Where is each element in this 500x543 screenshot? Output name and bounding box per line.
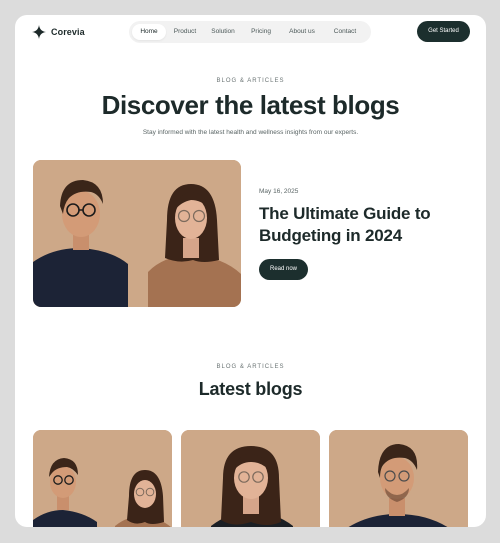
post-date: May 16, 2025: [259, 188, 299, 195]
blog-card-image[interactable]: [33, 430, 172, 527]
latest-eyebrow: BLOG & ARTICLES: [216, 364, 285, 370]
blog-card-image[interactable]: [181, 430, 320, 527]
nav-item-contact[interactable]: Contact: [324, 24, 366, 40]
get-started-button[interactable]: Get Started: [417, 21, 470, 42]
nav-item-home[interactable]: Home: [132, 24, 166, 40]
nav-item-pricing[interactable]: Pricing: [242, 24, 280, 40]
hero-subtitle: Stay informed with the latest health and…: [142, 129, 359, 136]
blog-photo-man: [329, 430, 468, 527]
blog-photo-couple: [33, 430, 172, 527]
brand-logo[interactable]: Corevia: [32, 25, 85, 39]
nav-item-solution[interactable]: Solution: [204, 24, 242, 40]
blog-card-image[interactable]: [329, 430, 468, 527]
latest-blogs-title: Latest blogs: [198, 379, 303, 399]
featured-post-image[interactable]: [33, 160, 241, 307]
nav-item-product[interactable]: Product: [166, 24, 204, 40]
hero-eyebrow: BLOG & ARTICLES: [216, 78, 285, 84]
featured-post-title[interactable]: The Ultimate Guide to Budgeting in 2024: [259, 203, 449, 247]
read-now-button[interactable]: Read now: [259, 259, 308, 280]
featured-photo-couple: [33, 160, 241, 307]
nav-item-about-us[interactable]: About us: [280, 24, 324, 40]
brand-name: Corevia: [51, 27, 85, 37]
sparkle-star-icon: [32, 25, 46, 39]
main-nav: Home Product Solution Pricing About us C…: [129, 21, 371, 43]
page-title: Discover the latest blogs: [101, 90, 400, 120]
page-card: Corevia Home Product Solution Pricing Ab…: [15, 15, 486, 527]
blog-photo-woman: [181, 430, 320, 527]
